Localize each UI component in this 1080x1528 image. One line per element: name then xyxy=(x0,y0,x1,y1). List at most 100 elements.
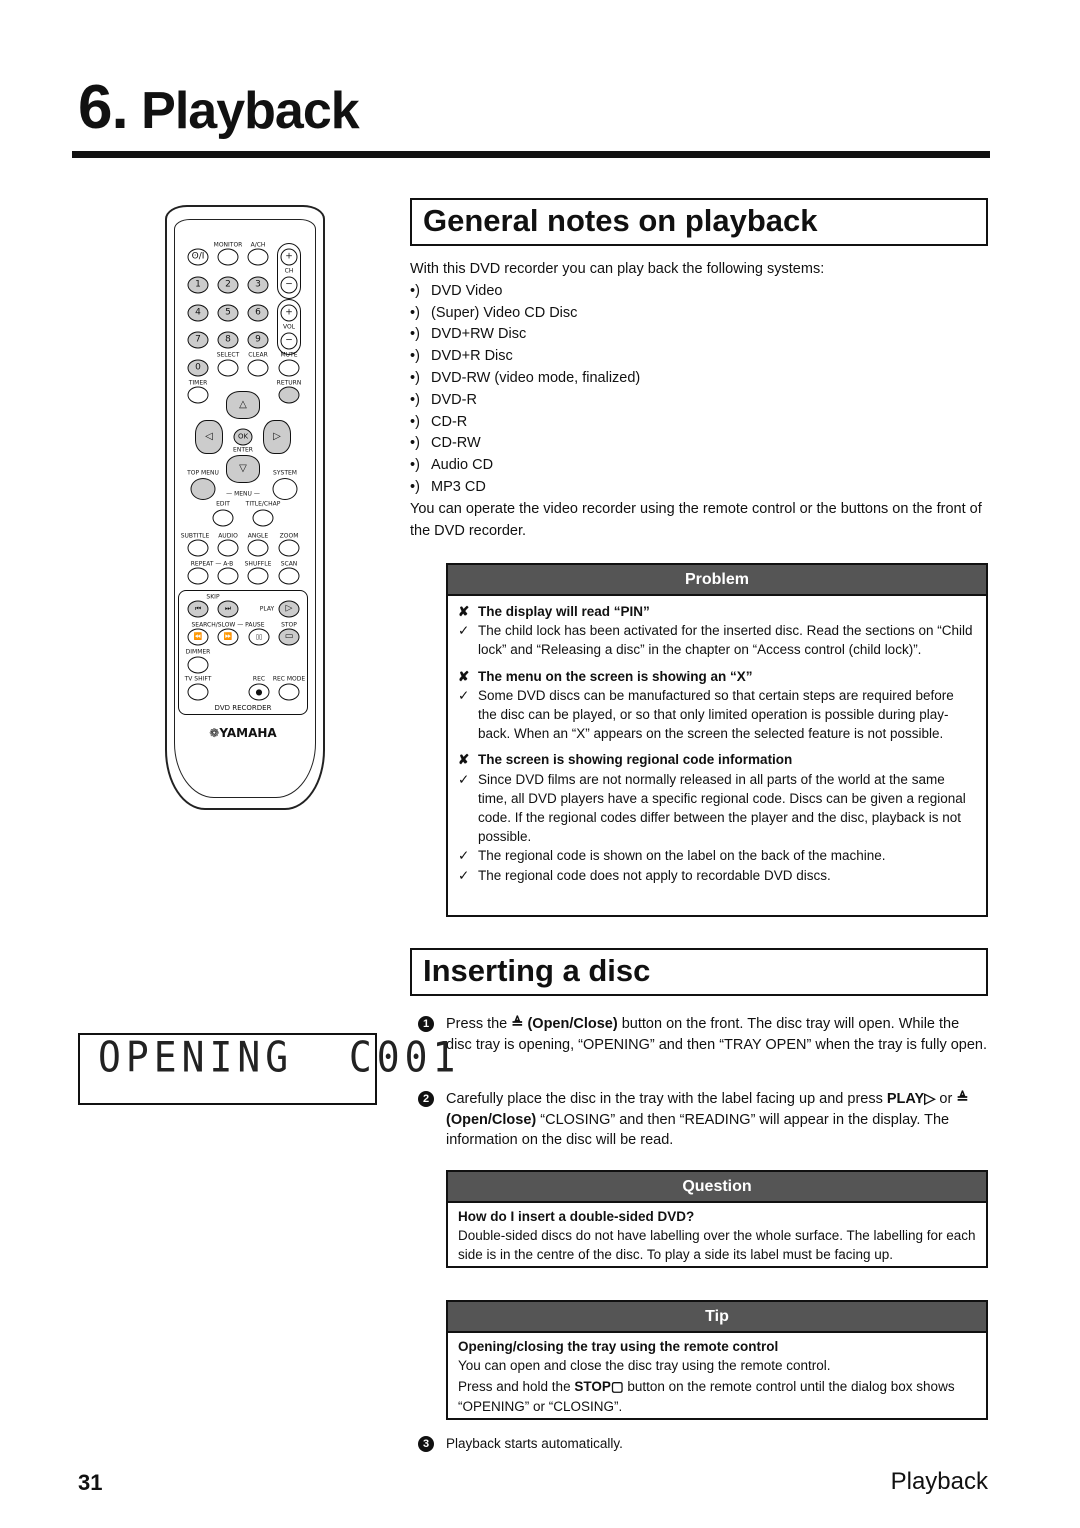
label-menu: — MENU — xyxy=(226,490,260,498)
problem-answer: ✓ Some DVD discs can be manufactured so t… xyxy=(458,686,976,744)
bullet: •) xyxy=(410,326,420,343)
ok-button: OK xyxy=(233,428,253,446)
pause-button: ▯▯ xyxy=(248,628,270,646)
system-item: •) (Super) Video CD Disc xyxy=(410,303,988,325)
label-angle: ANGLE xyxy=(247,532,269,540)
step-text: Press the xyxy=(446,1016,512,1032)
bullet: •) xyxy=(410,369,420,386)
step-text: or xyxy=(935,1091,957,1107)
question-header: Question xyxy=(448,1172,986,1203)
dimmer-button xyxy=(187,656,209,674)
system-name: DVD+R Disc xyxy=(431,348,513,365)
system-item: •) DVD-R xyxy=(410,390,988,412)
problem-question: ✘ The display will read “PIN” xyxy=(458,602,976,621)
audio-button xyxy=(217,539,239,557)
problem-answer: ✓ The child lock has been activated for t… xyxy=(458,621,976,659)
select-button xyxy=(217,359,239,377)
check-icon: ✓ xyxy=(458,867,470,883)
label-searchslow: SEARCH/SLOW — PAUSE xyxy=(191,621,265,629)
question-text: The display will read “PIN” xyxy=(478,604,650,619)
label-mute: MUTE xyxy=(280,351,298,359)
label-timer: TIMER xyxy=(188,379,208,387)
scan-button xyxy=(278,567,300,585)
play-label: PLAY▷ xyxy=(886,1091,936,1107)
question-text: The screen is showing regional code info… xyxy=(478,752,793,768)
skip-forward-button: ⏭ xyxy=(217,600,239,618)
system-name: (Super) Video CD Disc xyxy=(431,304,578,321)
label-zoom: ZOOM xyxy=(279,532,299,540)
subtitle-button xyxy=(187,539,209,557)
system-name: Audio CD xyxy=(431,457,494,474)
label-enter: ENTER xyxy=(233,446,253,454)
system-name: DVD Video xyxy=(431,282,503,299)
bullet: •) xyxy=(410,435,420,452)
answer-text: Some DVD discs can be manufactured so th… xyxy=(478,687,954,742)
clear-button xyxy=(247,359,269,377)
question-box: Question How do I insert a double-sided … xyxy=(446,1170,988,1268)
question-text: The menu on the screen is showing an “X” xyxy=(478,668,753,684)
chapter-number: 6. xyxy=(78,73,129,142)
inserting-heading: Inserting a disc xyxy=(410,948,988,996)
step-number: 3 xyxy=(418,1436,434,1452)
system-item: •) DVD+R Disc xyxy=(410,346,988,368)
label-dimmer: DIMMER xyxy=(185,648,211,656)
answer-text: The regional code is shown on the label … xyxy=(478,848,886,864)
power-button: ʘ/I xyxy=(187,248,209,266)
stop-label: STOP▢ xyxy=(574,1379,624,1395)
problem-question: ✘ The menu on the screen is showing an “X… xyxy=(458,667,976,686)
tip-box: Tip Opening/closing the tray using the r… xyxy=(446,1300,988,1420)
general-notes-body: With this DVD recorder you can play back… xyxy=(410,259,988,542)
label-stop: STOP xyxy=(281,621,297,629)
key-2: 2 xyxy=(217,276,239,294)
system-name: MP3 CD xyxy=(431,478,486,495)
key-8: 8 xyxy=(217,331,239,349)
ch-plus-button: + xyxy=(280,248,298,266)
system-name: DVD-R xyxy=(431,391,477,408)
shuffle-button xyxy=(247,567,269,585)
system-name: DVD+RW Disc xyxy=(431,326,527,343)
check-icon: ✓ xyxy=(458,771,470,787)
label-titlechap: TITLE/CHAP xyxy=(245,500,281,508)
bullet: •) xyxy=(410,282,420,299)
problem-answer: ✓ The regional code does not apply to rec… xyxy=(458,866,976,885)
footer-section: Playback xyxy=(890,1468,988,1495)
recmode-button xyxy=(278,683,300,701)
answer-text: The child lock has been activated for th… xyxy=(478,623,973,658)
label-skip: SKIP xyxy=(206,593,220,601)
open-close-label: ≜ (Open/Close) xyxy=(511,1016,618,1032)
label-edit: EDIT xyxy=(216,500,230,508)
key-6: 6 xyxy=(247,304,269,322)
label-rec: REC xyxy=(252,675,266,683)
tip-line: You can open and close the disc tray usi… xyxy=(458,1358,831,1374)
key-9: 9 xyxy=(247,331,269,349)
nav-left-button: ◁ xyxy=(195,420,223,454)
stop-button: ▭ xyxy=(278,628,300,646)
system-item: •) MP3 CD xyxy=(410,477,988,499)
topmenu-button xyxy=(190,478,216,500)
chapter-title: 6. Playback xyxy=(78,72,360,143)
cross-icon: ✘ xyxy=(458,604,470,619)
problem-box: Problem ✘ The display will read “PIN” ✓ The… xyxy=(446,563,988,917)
label-repeat: REPEAT — A-B xyxy=(190,560,234,568)
rewind-button: ⏪ xyxy=(187,628,209,646)
nav-up-button: △ xyxy=(226,391,260,419)
label-subtitle: SUBTITLE xyxy=(180,532,210,540)
problem-header: Problem xyxy=(448,565,986,596)
key-7: 7 xyxy=(187,331,209,349)
answer-text: The regional code does not apply to reco… xyxy=(478,867,831,883)
system-item: •) Audio CD xyxy=(410,455,988,477)
system-name: CD-R xyxy=(431,413,468,430)
play-button: ▷ xyxy=(278,600,300,618)
skip-back-button: ⏮ xyxy=(187,600,209,618)
ch-minus-button: − xyxy=(280,276,298,294)
repeat-button xyxy=(187,567,209,585)
bullet: •) xyxy=(410,457,420,474)
vol-minus-button: − xyxy=(280,332,298,350)
system-item: •) DVD Video xyxy=(410,281,988,303)
tip-title: Opening/closing the tray using the remot… xyxy=(458,1339,779,1354)
label-tvshift: TV SHIFT xyxy=(184,675,212,683)
title-rule xyxy=(72,151,990,158)
step-1: 1 Press the ≜ (Open/Close) button on the… xyxy=(418,1014,988,1055)
label-system: SYSTEM xyxy=(273,469,297,477)
bullet: •) xyxy=(410,391,420,408)
